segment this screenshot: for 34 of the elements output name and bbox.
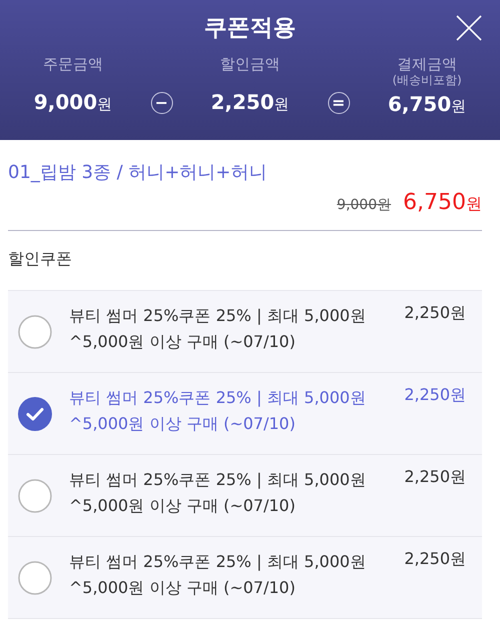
coupon-name: 뷰티 썸머 25%쿠폰 25% | 최대 5,000원 — [69, 305, 367, 327]
discount-amount: 2,250원 — [404, 548, 466, 570]
coupon-condition: ^5,000원 이상 구매 (~07/10) — [69, 331, 296, 353]
checked-radio-icon[interactable] — [18, 396, 52, 430]
discount-amount: 2,250원 — [404, 384, 466, 406]
radio-icon[interactable] — [18, 560, 52, 594]
discount-amount: 2,250원 — [404, 466, 466, 488]
summary-amount: 9,000원 — [34, 90, 112, 114]
product-name: 01_립밤 3종 / 허니+허니+허니 — [8, 161, 268, 184]
operator-sign: = — [328, 92, 350, 114]
summary-amount: 2,250원 — [210, 90, 290, 114]
radio-icon[interactable] — [18, 478, 52, 512]
coupon-condition: ^5,000원 이상 구매 (~07/10) — [69, 577, 296, 599]
coupon-option[interactable]: 뷰티 썸머 25%쿠폰 25% | 최대 5,000원 ^5,000원 이상 구매 (~07/10) 2,250원 — [8, 291, 482, 373]
radio-icon[interactable] — [18, 314, 52, 348]
coupon-condition: ^5,000원 이상 구매 (~07/10) — [69, 495, 296, 517]
summary-label: 결제금액 — [397, 55, 457, 74]
summary-label: 주문금액 — [43, 55, 103, 74]
coupon-name: 뷰티 썸머 25%쿠폰 25% | 최대 5,000원 — [69, 469, 367, 491]
sale-price: 6,750원 — [403, 190, 482, 215]
summary-amount: 6,750원 — [388, 92, 466, 116]
coupon-name: 뷰티 썸머 25%쿠폰 25% | 최대 5,000원 — [69, 387, 367, 409]
operator-sign: − — [150, 92, 172, 114]
coupon-name: 뷰티 썸머 25%쿠폰 25% | 최대 5,000원 — [69, 551, 367, 573]
discount-amount: 2,250원 — [404, 302, 466, 324]
summary-label: 할인금액 — [220, 55, 280, 74]
coupon-condition: ^5,000원 이상 구매 (~07/10) — [69, 413, 296, 435]
original-price: 9,000원 — [336, 196, 392, 214]
coupon-option[interactable]: 뷰티 썸머 25%쿠폰 25% | 최대 5,000원 ^5,000원 이상 구매 (~07/10) 2,250원 — [8, 455, 482, 537]
summary-note: (배송비포함) — [392, 74, 462, 86]
dialog-title: 쿠폰적용 — [204, 14, 296, 40]
coupon-option[interactable]: 뷰티 썸머 25%쿠폰 25% | 최대 5,000원 ^5,000원 이상 구매 (~07/10) 2,250원 — [8, 373, 482, 455]
coupon-option[interactable]: 뷰티 썸머 25%쿠폰 25% | 최대 5,000원 ^5,000원 이상 구매 (~07/10) 2,250원 — [8, 537, 482, 619]
close-icon[interactable] — [456, 15, 482, 41]
